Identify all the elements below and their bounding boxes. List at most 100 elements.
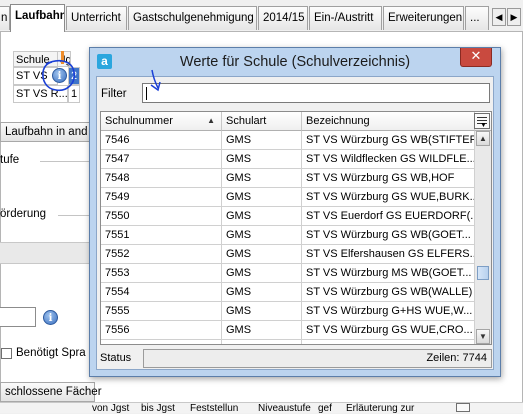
vertical-scrollbar[interactable]: ▲ ▼ <box>475 131 491 344</box>
table-row[interactable]: 7549 GMS ST VS Würzburg GS WUE,BURK... <box>101 188 475 207</box>
cell-schulart: GMS <box>222 302 302 321</box>
cell-schulnummer: 7551 <box>101 226 222 245</box>
tab-strip: n Laufbahn Unterricht Gastschulgenehmigu… <box>0 0 523 32</box>
checkbox[interactable] <box>1 348 12 359</box>
close-button[interactable]: ✕ <box>460 48 492 67</box>
cell-bezeichnung: ST VS Elfershausen GS ELFERS... <box>302 245 475 264</box>
tab-label: Ein-/Austritt <box>314 12 374 24</box>
tab-scroll-left-icon[interactable]: ◀ <box>492 8 506 26</box>
grid-cell-jgs[interactable]: 1 <box>68 85 80 103</box>
tab-ein-austritt[interactable]: Ein-/Austritt <box>309 6 382 30</box>
cell-bezeichnung: ST VS Würzburg GS WUE,CRO... <box>302 321 475 340</box>
table-row[interactable]: 7555 GMS ST VS Würzburg G+HS WUE,W... <box>101 302 475 321</box>
tab-erweiterungen[interactable]: Erweiterungen <box>383 6 464 30</box>
label-stufe: tufe <box>0 154 20 166</box>
tab-label: Laufbahn <box>15 10 65 22</box>
tab-label: 2014/15 <box>263 12 305 24</box>
table-row[interactable]: 7550 GMS ST VS Euerdorf GS EUERDORF(... <box>101 207 475 226</box>
cell-schulart: GMS <box>222 283 302 302</box>
column-header[interactable]: von Jgst <box>92 403 129 414</box>
cell-schulart: GMS <box>222 340 302 344</box>
tab-label: ... <box>470 12 480 24</box>
tab-schuljahr[interactable]: 2014/15 <box>258 6 308 30</box>
column-header-schulart[interactable]: Schulart <box>222 112 302 131</box>
column-header-schulnummer[interactable]: Schulnummer ▲ <box>101 112 222 131</box>
column-chooser-icon[interactable] <box>456 403 470 412</box>
table-row[interactable]: 7552 GMS ST VS Elfershausen GS ELFERS... <box>101 245 475 264</box>
cell-bezeichnung: ST VS Würzburg GS WB,HOF <box>302 169 475 188</box>
scroll-up-icon[interactable]: ▲ <box>476 131 490 146</box>
label-foerderung: örderung <box>0 208 47 220</box>
table-row[interactable]: 7551 GMS ST VS Würzburg GS WB(GOET... <box>101 226 475 245</box>
section-laufbahn[interactable]: Laufbahn in and <box>0 122 95 142</box>
cell-bezeichnung: ST VS Würzburg GS WUE,BURK... <box>302 188 475 207</box>
scroll-down-icon[interactable]: ▼ <box>476 329 490 344</box>
info-icon[interactable]: i <box>43 310 58 325</box>
tab-scroll-right-icon[interactable]: ▶ <box>507 8 521 26</box>
column-header[interactable]: Niveaustufe <box>258 403 311 414</box>
table-row[interactable]: 7548 GMS ST VS Würzburg GS WB,HOF <box>101 169 475 188</box>
column-header[interactable]: Erläuterung zur <box>346 403 414 414</box>
tab-gastschulgenehmigung[interactable]: Gastschulgenehmigung <box>128 6 257 30</box>
cell-schulnummer: 7547 <box>101 150 222 169</box>
cell-schulart: GMS <box>222 226 302 245</box>
cell-schulnummer: 7550 <box>101 207 222 226</box>
cell-schulart: GMS <box>222 207 302 226</box>
table-row[interactable]: 7553 GMS ST VS Würzburg MS WB(GOET... <box>101 264 475 283</box>
tab-laufbahn[interactable]: Laufbahn <box>10 4 65 32</box>
status-bar: Status Zeilen: 7744 <box>100 349 492 368</box>
divider <box>40 161 90 162</box>
column-header[interactable]: gef <box>318 403 332 414</box>
tab-partial[interactable]: n <box>0 6 10 30</box>
tab-unterricht[interactable]: Unterricht <box>66 6 127 30</box>
grid-header-jgs[interactable]: Jgs <box>57 51 71 67</box>
checkbox-label: Benötigt Spra <box>16 347 86 359</box>
column-header[interactable]: Feststellun <box>190 403 238 414</box>
cell-bezeichnung: ST VS Wildflecken GS WILDFLE... <box>302 150 475 169</box>
dialog-titlebar[interactable]: a Werte für Schule (Schulverzeichnis) ✕ <box>90 48 500 76</box>
cell-schulnummer: 7554 <box>101 283 222 302</box>
schulverzeichnis-table: Schulnummer ▲ Schulart Bezeichnung ▼ 754… <box>100 111 492 345</box>
background-input[interactable] <box>0 307 36 327</box>
section-faecher[interactable]: schlossene Fächer <box>0 382 102 402</box>
schulverzeichnis-dialog: a Werte für Schule (Schulverzeichnis) ✕ … <box>89 47 501 377</box>
tab-label: Gastschulgenehmigung <box>133 12 254 24</box>
column-header-bezeichnung[interactable]: Bezeichnung <box>302 112 475 131</box>
grid-header-schule[interactable]: Schule <box>13 51 58 67</box>
column-header-label: Schulart <box>226 115 267 127</box>
cell-bezeichnung: ST VS Würzburg GS WB(GOET... <box>302 226 475 245</box>
filter-label: Filter <box>101 88 127 100</box>
filter-input[interactable] <box>142 83 490 103</box>
table-row[interactable]: 7546 GMS ST VS Würzburg GS WB(STIFTER) <box>101 131 475 150</box>
status-box: Zeilen: 7744 <box>143 349 492 368</box>
tab-label: n <box>1 12 8 24</box>
scrollbar-thumb[interactable] <box>477 266 489 280</box>
table-row[interactable]: 7556 GMS ST VS Würzburg GS WUE,CRO... <box>101 321 475 340</box>
cell-bezeichnung: ST VS Euerdorf GS EUERDORF(... <box>302 207 475 226</box>
cell-bezeichnung: ST VS Würzburg MS WB(GOET... <box>302 264 475 283</box>
bottom-grid-header: von Jgst bis Jgst Feststellun Niveaustuf… <box>0 402 523 414</box>
cell-schulnummer: 7548 <box>101 169 222 188</box>
table-row[interactable]: 7557GMSST VS Würzburg GS WB(DAUT... <box>101 340 475 344</box>
cell-schulnummer: 7552 <box>101 245 222 264</box>
cell-schulnummer: 7546 <box>101 131 222 150</box>
column-chooser-icon[interactable]: ▼ <box>474 113 490 129</box>
dialog-content: Filter Schulnummer ▲ Schulart Bezeichnun… <box>96 76 494 370</box>
info-icon[interactable]: i <box>52 68 67 83</box>
cell-schulart: GMS <box>222 321 302 340</box>
grid-cell-schule[interactable]: ST VS R... <box>13 85 68 103</box>
cell-schulnummer: 7557 <box>101 340 222 344</box>
grid-cell-jgs[interactable]: 2 <box>68 67 80 85</box>
column-header[interactable]: bis Jgst <box>141 403 175 414</box>
cell-bezeichnung: ST VS Würzburg GS WB(STIFTER) <box>302 131 475 150</box>
table-row[interactable]: 7547 GMS ST VS Wildflecken GS WILDFLE... <box>101 150 475 169</box>
cell-schulart: GMS <box>222 131 302 150</box>
table-row[interactable]: 7554 GMS ST VS Würzburg GS WB(WALLE) <box>101 283 475 302</box>
column-resize-marker <box>61 51 64 64</box>
section-label: schlossene Fächer <box>5 386 102 398</box>
cell-schulnummer: 7556 <box>101 321 222 340</box>
dialog-title: Werte für Schule (Schulverzeichnis) <box>179 54 411 70</box>
close-icon: ✕ <box>470 49 482 64</box>
column-header-label: Schulnummer <box>105 115 173 127</box>
tab-more[interactable]: ... <box>465 6 489 30</box>
